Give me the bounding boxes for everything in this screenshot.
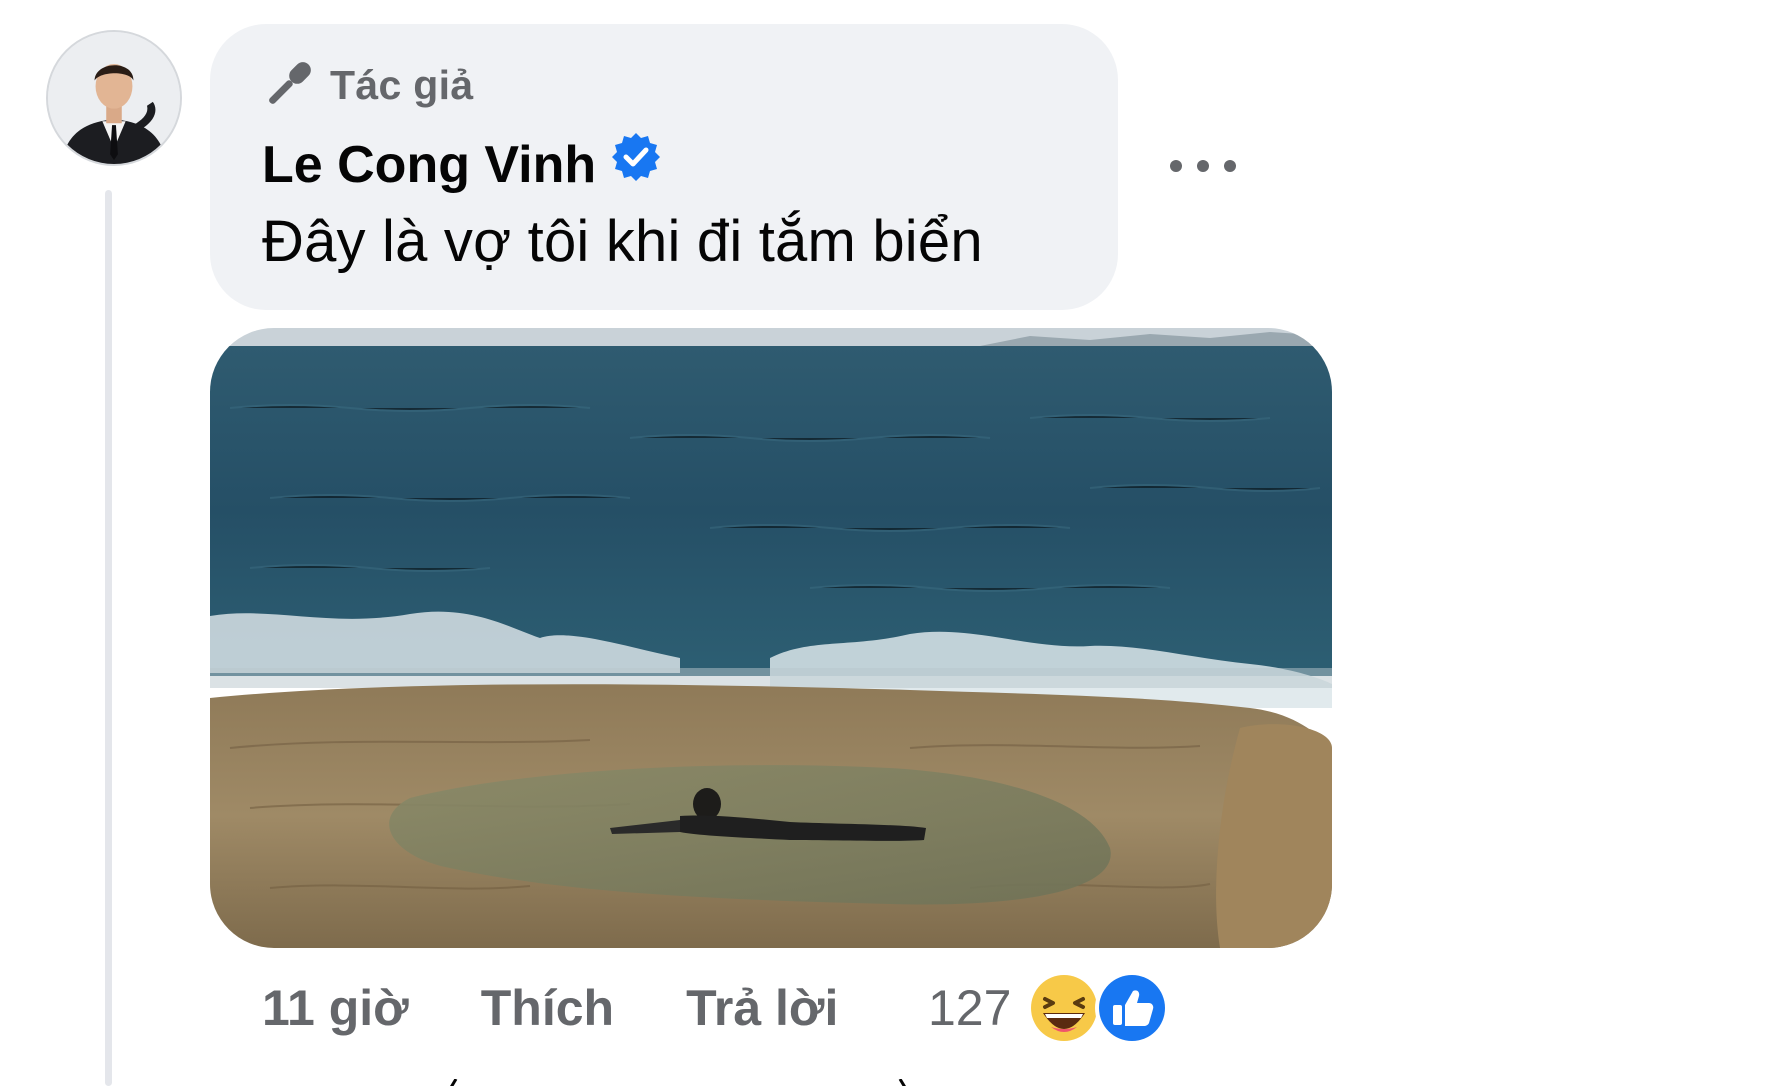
microphone-icon xyxy=(260,58,316,112)
avatar[interactable] xyxy=(46,30,182,166)
comment-photo[interactable] xyxy=(210,328,1332,948)
comment-timestamp[interactable]: 11 giờ xyxy=(262,979,409,1037)
next-comment-partial xyxy=(420,1076,940,1086)
more-options-icon xyxy=(1170,160,1182,172)
reactions-summary[interactable]: 127 xyxy=(928,968,1171,1048)
comment-text: Đây là vợ tôi khi đi tắm biển xyxy=(262,209,983,274)
author-badge-label: Tác giả xyxy=(330,61,474,108)
author-name[interactable]: Le Cong Vinh xyxy=(262,135,596,195)
comment-actions: 11 giờ Thích Trả lời xyxy=(262,972,838,1044)
avatar-portrait xyxy=(48,32,180,164)
thread-connector-line xyxy=(105,190,112,1086)
comment-bubble: Tác giả Le Cong Vinh Đây là vợ tôi khi đ… xyxy=(210,24,1118,310)
more-options-icon-dot xyxy=(1224,160,1236,172)
comment-thread: Tác giả Le Cong Vinh Đây là vợ tôi khi đ… xyxy=(0,0,1778,1086)
more-options-icon-dot xyxy=(1197,160,1209,172)
reply-button[interactable]: Trả lời xyxy=(686,979,838,1037)
haha-reaction-icon xyxy=(1025,969,1103,1047)
like-button[interactable]: Thích xyxy=(481,979,614,1037)
sea-photo-image xyxy=(210,328,1332,948)
reaction-count: 127 xyxy=(928,980,1012,1036)
author-name-row: Le Cong Vinh xyxy=(262,130,662,200)
author-badge: Tác giả xyxy=(260,58,473,112)
more-options-button[interactable] xyxy=(1170,148,1236,184)
like-reaction-icon xyxy=(1093,969,1171,1047)
verified-badge-icon xyxy=(610,131,662,183)
